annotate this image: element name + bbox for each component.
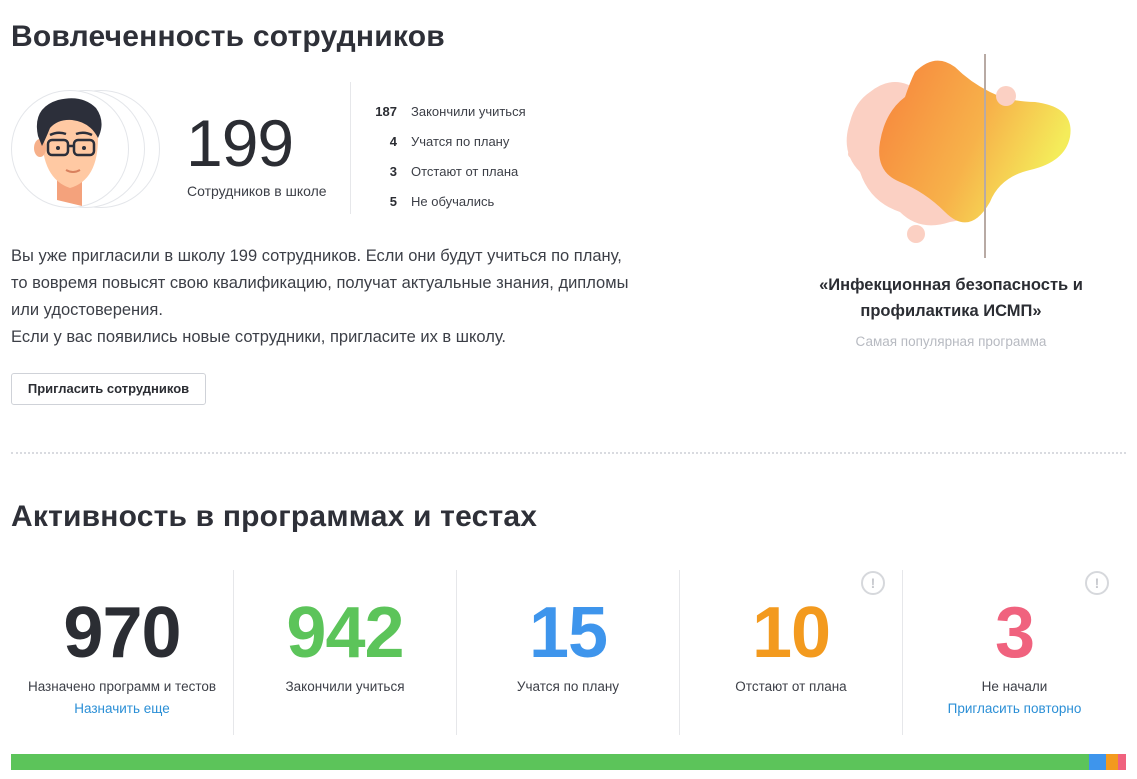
person-illustration-icon [34,98,102,206]
vertical-divider [350,82,351,214]
stat-value: 187 [375,103,397,119]
program-title-line: профилактика ИСМП» [860,302,1042,320]
activity-label: Не начали [981,679,1048,694]
stat-row: 4 Учатся по плану [360,126,660,156]
stat-label: Закончили учиться [411,103,526,119]
activity-column-assigned: 970 Назначено программ и тестов Назначит… [11,570,234,735]
activity-value: 3 [994,593,1035,673]
stat-value: 4 [389,133,397,149]
activity-value: 15 [528,593,608,673]
activity-column-not-started: ! 3 Не начали Пригласить повторно [903,570,1126,735]
activity-columns: 970 Назначено программ и тестов Назначит… [11,570,1126,735]
employees-caption: Сотрудников в школе [187,183,327,199]
progress-segment-behind [1106,754,1118,770]
activity-value: 970 [63,593,181,673]
activity-progress-bar [11,754,1126,770]
stat-label: Не обучались [411,193,495,209]
description-line: то вовремя повысят свою квалификацию, по… [11,274,629,292]
activity-label: Закончили учиться [285,679,405,694]
stat-label: Отстают от плана [411,163,519,179]
section-divider [11,452,1126,454]
progress-segment-on-plan [1089,754,1107,770]
popular-program-subtitle: Самая популярная программа [855,334,1047,349]
activity-value: 942 [286,593,404,673]
activity-value: 10 [751,593,831,673]
engagement-title: Вовлеченность сотрудников [11,20,445,53]
description-line: или удостоверения. [11,301,163,319]
description-line: Если у вас появились новые сотрудники, п… [11,328,507,346]
employee-avatar [10,88,160,213]
activity-column-behind: ! 10 Отстают от плана [680,570,903,735]
activity-label: Назначено программ и тестов [27,679,217,694]
stat-label: Учатся по плану [411,133,510,149]
stat-value: 3 [389,163,397,179]
progress-segment-not-started [1117,754,1126,770]
progress-segment-completed [11,754,1090,770]
invite-employees-button[interactable]: Пригласить сотрудников [11,373,206,405]
engagement-description: Вы уже пригласили в школу 199 сотруднико… [11,243,701,351]
stat-row: 3 Отстают от плана [360,156,660,186]
activity-label: Отстают от плана [735,679,847,694]
program-blob-illustration-icon [846,54,1071,258]
reinvite-link[interactable]: Пригласить повторно [903,701,1126,716]
activity-column-completed: 942 Закончили учиться [234,570,457,735]
activity-column-on-plan: 15 Учатся по плану [457,570,680,735]
engagement-stats: 187 Закончили учиться 4 Учатся по плану … [360,96,660,216]
stat-value: 5 [389,193,397,209]
activity-title: Активность в программах и тестах [11,500,538,533]
program-title-line: «Инфекционная безопасность и [819,276,1083,294]
stat-row: 187 Закончили учиться [360,96,660,126]
description-line: Вы уже пригласили в школу 199 сотруднико… [11,247,622,265]
stat-row: 5 Не обучались [360,186,660,216]
assign-more-link[interactable]: Назначить еще [11,701,233,716]
activity-label: Учатся по плану [516,679,620,694]
employees-count: 199 [186,106,294,180]
popular-program-title: «Инфекционная безопасность и профилактик… [800,272,1102,324]
